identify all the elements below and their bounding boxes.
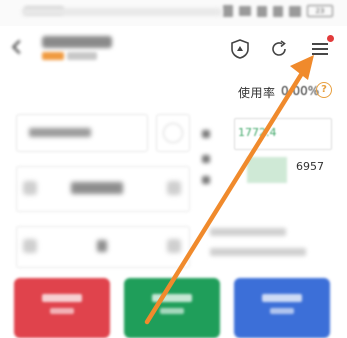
battery-icon: 23 (307, 5, 333, 17)
menu-icon[interactable] (309, 35, 334, 60)
orderbook-volume: 6957 (296, 160, 324, 173)
page-title (42, 36, 112, 48)
shield-icon[interactable] (229, 38, 251, 60)
middle-button-label (152, 294, 192, 302)
quantity-input[interactable] (16, 226, 190, 268)
notification-icon (223, 5, 233, 17)
orderbook-depth-bar (247, 157, 287, 183)
buy-button-label (42, 294, 82, 302)
wifi-icon (289, 5, 301, 17)
orderbook-info-line (210, 228, 286, 236)
account-summary (22, 8, 222, 16)
help-icon[interactable]: ? (316, 82, 332, 98)
utilization-value: 0.00% (281, 84, 320, 98)
plus-icon[interactable] (167, 239, 181, 253)
orderbook-marker (202, 155, 210, 163)
status-icons: 23 (223, 4, 333, 18)
sell-button-sublabel (270, 308, 294, 314)
price-value (71, 182, 123, 194)
middle-button-sublabel (160, 308, 184, 314)
minus-icon[interactable] (23, 181, 37, 195)
utilization-label: 使用率 (238, 86, 276, 100)
contract-badge (42, 52, 64, 60)
notification-dot (327, 35, 334, 42)
middle-action-button[interactable] (124, 278, 220, 338)
quantity-value (97, 240, 107, 252)
network-speed-icon (239, 6, 251, 16)
order-type-label (29, 128, 91, 137)
buy-button-sublabel (50, 308, 74, 314)
signal-icon (273, 5, 283, 17)
price-input[interactable] (16, 166, 190, 212)
minus-icon[interactable] (23, 239, 37, 253)
orderbook-marker (202, 176, 210, 184)
order-type-toggle[interactable] (156, 114, 190, 152)
sell-button[interactable] (234, 278, 330, 338)
page-subtitle (67, 52, 97, 60)
orderbook-marker (202, 130, 210, 138)
sell-button-label (262, 294, 302, 302)
orderbook-top-price: 1772.4 (238, 126, 277, 139)
signal-icon (257, 5, 267, 17)
refresh-icon[interactable] (268, 38, 290, 60)
buy-button[interactable] (14, 278, 110, 338)
info-icon (163, 123, 183, 143)
plus-icon[interactable] (167, 181, 181, 195)
orderbook-info-line (210, 248, 306, 256)
order-type-select[interactable] (16, 114, 148, 152)
